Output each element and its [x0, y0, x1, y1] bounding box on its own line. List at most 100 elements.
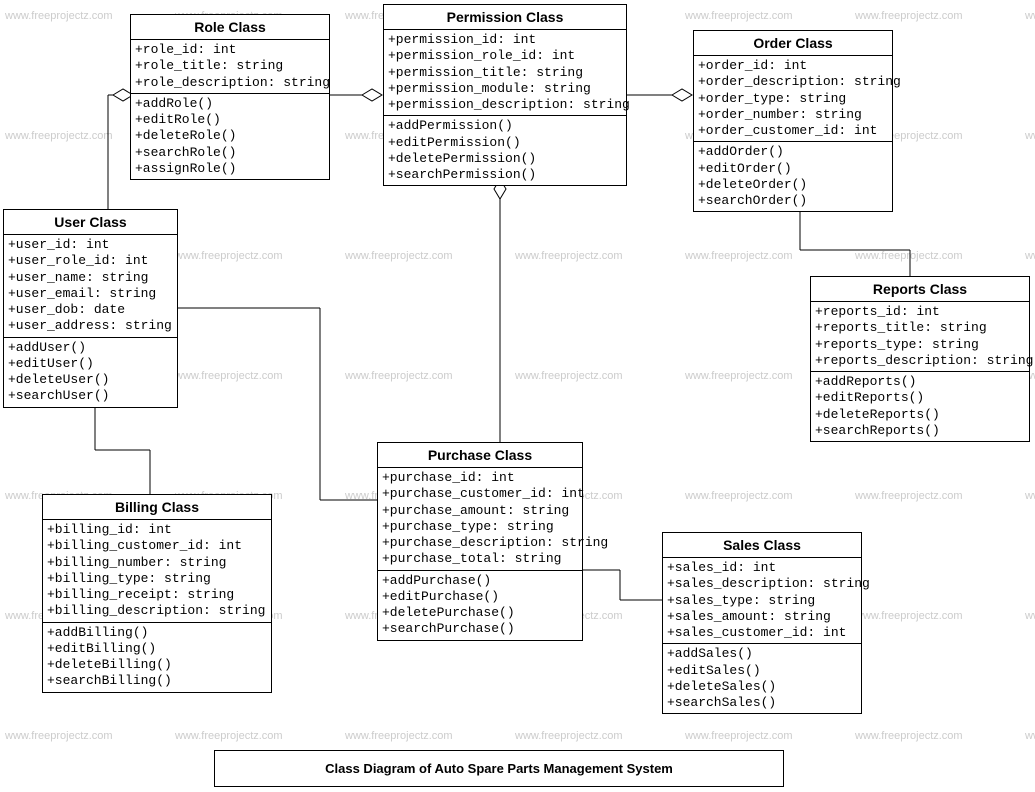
class-member: +role_id: int	[135, 42, 325, 58]
watermark-text: www.freeprojectz.com	[175, 250, 283, 262]
class-order: Order Class +order_id: int+order_descrip…	[693, 30, 893, 212]
class-member: +searchPurchase()	[382, 621, 578, 637]
class-member: +reports_type: string	[815, 337, 1025, 353]
class-member: +user_id: int	[8, 237, 173, 253]
class-member: +searchPermission()	[388, 167, 622, 183]
class-member: +editOrder()	[698, 161, 888, 177]
class-member: +order_id: int	[698, 58, 888, 74]
class-member: +assignRole()	[135, 161, 325, 177]
class-member: +user_name: string	[8, 270, 173, 286]
class-role-attrs: +role_id: int+role_title: string+role_de…	[131, 40, 329, 94]
class-member: +billing_number: string	[47, 555, 267, 571]
class-member: +deleteSales()	[667, 679, 857, 695]
class-member: +searchUser()	[8, 388, 173, 404]
class-member: +permission_role_id: int	[388, 48, 622, 64]
class-member: +user_dob: date	[8, 302, 173, 318]
class-user: User Class +user_id: int+user_role_id: i…	[3, 209, 178, 408]
class-member: +purchase_id: int	[382, 470, 578, 486]
watermark-text: www.freeprojectz.com	[855, 490, 963, 502]
class-permission-ops: +addPermission()+editPermission()+delete…	[384, 116, 626, 185]
watermark-text: www.freeprojectz.com	[515, 730, 623, 742]
watermark-text: www.freeprojectz.com	[855, 610, 963, 622]
class-permission-attrs: +permission_id: int+permission_role_id: …	[384, 30, 626, 116]
class-member: +user_role_id: int	[8, 253, 173, 269]
watermark-text: www.freeprojectz.com	[175, 730, 283, 742]
watermark-text: www.freeprojectz.com	[1025, 130, 1035, 142]
class-member: +order_type: string	[698, 91, 888, 107]
class-member: +searchOrder()	[698, 193, 888, 209]
class-member: +sales_description: string	[667, 576, 857, 592]
class-billing-attrs: +billing_id: int+billing_customer_id: in…	[43, 520, 271, 623]
class-member: +purchase_amount: string	[382, 503, 578, 519]
class-member: +purchase_total: string	[382, 551, 578, 567]
class-member: +deleteUser()	[8, 372, 173, 388]
class-member: +deleteOrder()	[698, 177, 888, 193]
class-member: +editRole()	[135, 112, 325, 128]
class-member: +sales_id: int	[667, 560, 857, 576]
class-member: +addReports()	[815, 374, 1025, 390]
class-member: +addUser()	[8, 340, 173, 356]
watermark-text: www.freeprojectz.com	[855, 250, 963, 262]
class-permission-title: Permission Class	[384, 5, 626, 30]
class-sales: Sales Class +sales_id: int+sales_descrip…	[662, 532, 862, 714]
class-member: +searchReports()	[815, 423, 1025, 439]
class-member: +billing_receipt: string	[47, 587, 267, 603]
class-member: +user_email: string	[8, 286, 173, 302]
class-order-title: Order Class	[694, 31, 892, 56]
class-member: +permission_title: string	[388, 65, 622, 81]
class-billing-ops: +addBilling()+editBilling()+deleteBillin…	[43, 623, 271, 692]
class-member: +purchase_customer_id: int	[382, 486, 578, 502]
class-sales-attrs: +sales_id: int+sales_description: string…	[663, 558, 861, 644]
watermark-text: www.freeprojectz.com	[1025, 730, 1035, 742]
class-member: +deleteRole()	[135, 128, 325, 144]
class-member: +searchRole()	[135, 145, 325, 161]
watermark-text: www.freeprojectz.com	[1025, 250, 1035, 262]
watermark-text: www.freeprojectz.com	[1025, 10, 1035, 22]
class-order-attrs: +order_id: int+order_description: string…	[694, 56, 892, 142]
class-member: +order_number: string	[698, 107, 888, 123]
class-member: +purchase_type: string	[382, 519, 578, 535]
class-member: +billing_customer_id: int	[47, 538, 267, 554]
class-sales-ops: +addSales()+editSales()+deleteSales()+se…	[663, 644, 861, 713]
watermark-text: www.freeprojectz.com	[685, 490, 793, 502]
class-member: +addOrder()	[698, 144, 888, 160]
class-user-title: User Class	[4, 210, 177, 235]
class-member: +deletePermission()	[388, 151, 622, 167]
class-purchase-ops: +addPurchase()+editPurchase()+deletePurc…	[378, 571, 582, 640]
class-reports-ops: +addReports()+editReports()+deleteReport…	[811, 372, 1029, 441]
class-member: +purchase_description: string	[382, 535, 578, 551]
class-member: +deleteBilling()	[47, 657, 267, 673]
class-member: +role_title: string	[135, 58, 325, 74]
watermark-text: www.freeprojectz.com	[345, 730, 453, 742]
watermark-text: www.freeprojectz.com	[685, 730, 793, 742]
class-member: +reports_description: string	[815, 353, 1025, 369]
class-member: +editPermission()	[388, 135, 622, 151]
class-reports: Reports Class +reports_id: int+reports_t…	[810, 276, 1030, 442]
watermark-text: www.freeprojectz.com	[685, 250, 793, 262]
class-member: +permission_module: string	[388, 81, 622, 97]
class-member: +sales_amount: string	[667, 609, 857, 625]
class-member: +billing_type: string	[47, 571, 267, 587]
class-member: +deletePurchase()	[382, 605, 578, 621]
class-member: +deleteReports()	[815, 407, 1025, 423]
class-member: +sales_customer_id: int	[667, 625, 857, 641]
class-member: +billing_id: int	[47, 522, 267, 538]
watermark-text: www.freeprojectz.com	[685, 370, 793, 382]
watermark-text: www.freeprojectz.com	[5, 130, 113, 142]
watermark-text: www.freeprojectz.com	[515, 250, 623, 262]
watermark-text: www.freeprojectz.com	[175, 370, 283, 382]
class-member: +editSales()	[667, 663, 857, 679]
class-user-attrs: +user_id: int+user_role_id: int+user_nam…	[4, 235, 177, 338]
watermark-text: www.freeprojectz.com	[1025, 610, 1035, 622]
class-member: +order_customer_id: int	[698, 123, 888, 139]
class-member: +order_description: string	[698, 74, 888, 90]
class-member: +editPurchase()	[382, 589, 578, 605]
class-member: +searchSales()	[667, 695, 857, 711]
class-permission: Permission Class +permission_id: int+per…	[383, 4, 627, 186]
class-member: +billing_description: string	[47, 603, 267, 619]
watermark-text: www.freeprojectz.com	[685, 10, 793, 22]
class-user-ops: +addUser()+editUser()+deleteUser()+searc…	[4, 338, 177, 407]
watermark-text: www.freeprojectz.com	[855, 730, 963, 742]
watermark-text: www.freeprojectz.com	[345, 250, 453, 262]
class-purchase-title: Purchase Class	[378, 443, 582, 468]
